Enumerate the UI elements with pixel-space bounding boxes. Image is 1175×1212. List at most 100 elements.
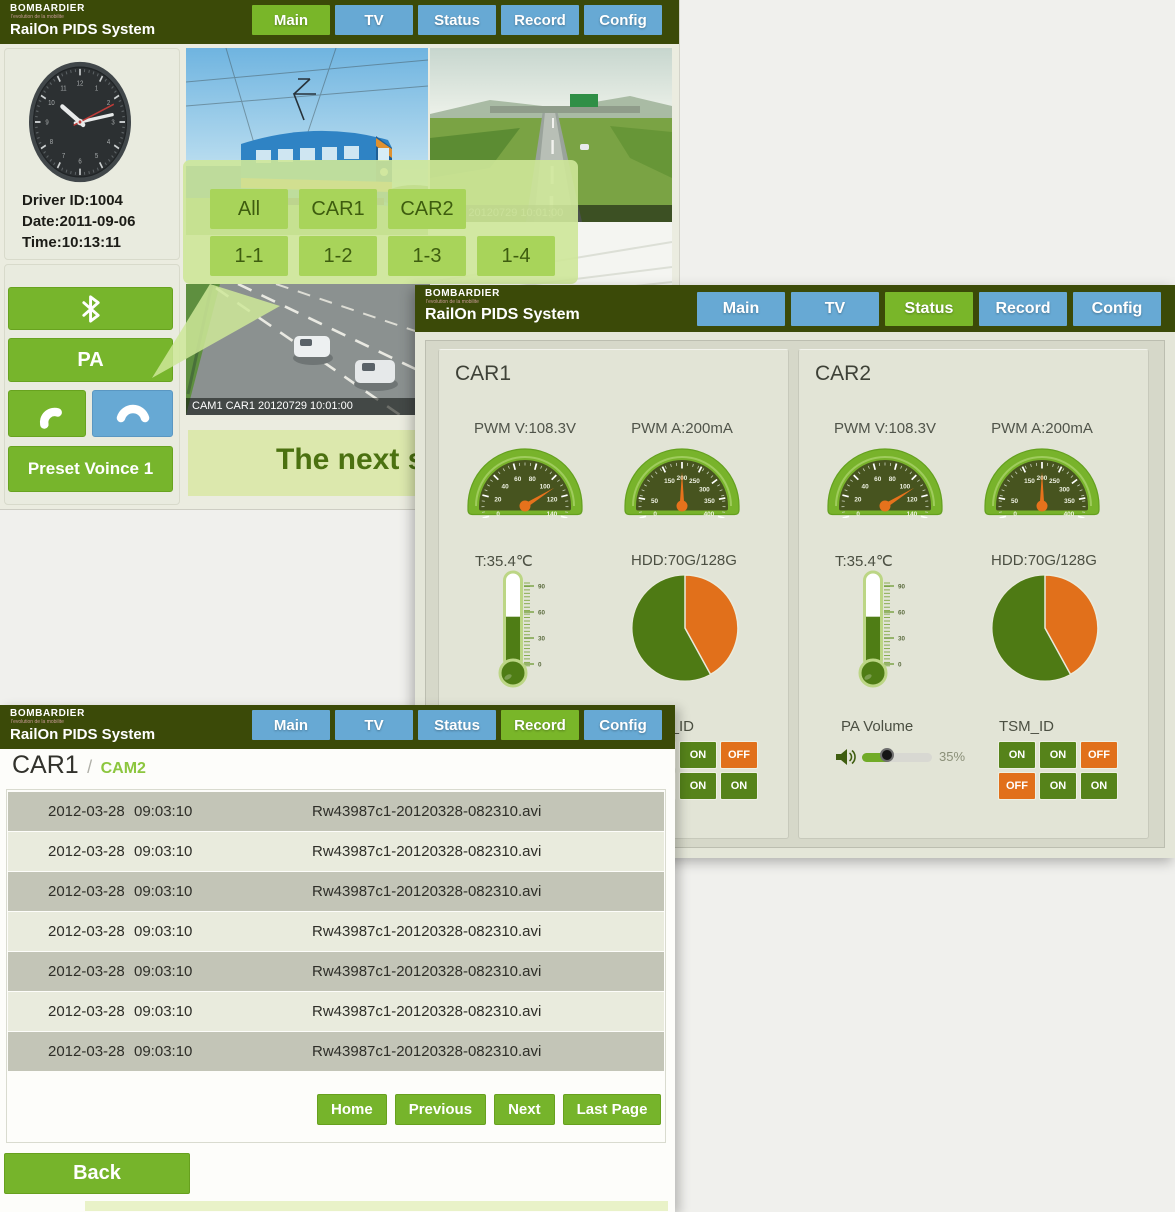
svg-text:20: 20 (854, 496, 862, 503)
table-row[interactable]: 2012-03-2809:03:10Rw43987c1-20120328-082… (8, 992, 664, 1031)
selector-car2-button[interactable]: CAR2 (388, 189, 466, 229)
driver-id-text: Driver ID:1004 (22, 192, 123, 209)
pwm-current-gauge: 0 50 150 200 250 300 350 400 (622, 440, 742, 518)
svg-text:10: 10 (48, 99, 55, 107)
svg-text:350: 350 (1064, 498, 1075, 505)
next-button[interactable]: Next (494, 1094, 555, 1125)
tsm-toggle-6[interactable]: ON (720, 772, 758, 800)
svg-text:150: 150 (1024, 478, 1035, 485)
tab-tv[interactable]: TV (335, 710, 413, 740)
tsm-toggle-5[interactable]: ON (679, 772, 717, 800)
pwm-voltage-gauge: 0 20 40 60 80 100 120 140 (465, 440, 585, 518)
previous-button[interactable]: Previous (395, 1094, 486, 1125)
tab-config[interactable]: Config (584, 710, 662, 740)
tsm-toggle-5[interactable]: ON (1039, 772, 1077, 800)
svg-text:20: 20 (494, 496, 502, 503)
tab-main[interactable]: Main (697, 292, 785, 326)
tsm-toggle-2[interactable]: ON (1039, 741, 1077, 769)
brand-name: BOMBARDIER (425, 289, 580, 299)
tab-main[interactable]: Main (252, 710, 330, 740)
phone-end-button[interactable] (92, 390, 173, 437)
pwm-voltage-label: PWM V:108.3V (825, 420, 945, 437)
tab-status[interactable]: Status (418, 5, 496, 35)
pagination: Home Previous Next Last Page (317, 1094, 661, 1125)
pwm-voltage-gauge: 0 20 40 60 80 100 120 140 (825, 440, 945, 518)
phone-end-icon (113, 396, 153, 432)
tab-record[interactable]: Record (501, 5, 579, 35)
tab-record[interactable]: Record (979, 292, 1067, 326)
selector-1-2-button[interactable]: 1-2 (299, 236, 377, 276)
nav-tabs: MainTVStatusRecordConfig (697, 292, 1161, 326)
analog-clock: 123456789101112 (28, 60, 132, 184)
tab-tv[interactable]: TV (791, 292, 879, 326)
volume-knob[interactable] (880, 748, 894, 762)
breadcrumb-separator: / (87, 757, 92, 777)
selector-all-button[interactable]: All (210, 189, 288, 229)
svg-text:3: 3 (111, 119, 115, 127)
volume-slider[interactable] (862, 753, 932, 762)
svg-text:90: 90 (898, 583, 906, 590)
svg-text:120: 120 (907, 496, 918, 503)
svg-text:9: 9 (45, 119, 49, 127)
preset-voice-button[interactable]: Preset Voince 1 (8, 446, 173, 492)
table-row[interactable]: 2012-03-2809:03:10Rw43987c1-20120328-082… (8, 872, 664, 911)
selector-row-cars: All CAR1 CAR2 (210, 189, 466, 229)
cell-filename: Rw43987c1-20120328-082310.avi (312, 963, 541, 980)
pwm-current-gauge: 0 50 150 200 250 300 350 400 (982, 440, 1102, 518)
svg-text:12: 12 (77, 80, 84, 88)
tsm-toggle-2[interactable]: ON (679, 741, 717, 769)
selector-car1-button[interactable]: CAR1 (299, 189, 377, 229)
svg-text:60: 60 (874, 476, 882, 483)
svg-text:5: 5 (95, 153, 99, 161)
svg-text:80: 80 (889, 476, 897, 483)
hdd-usage-label: HDD:70G/128G (619, 552, 749, 569)
breadcrumb-cam[interactable]: CAM2 (101, 760, 146, 777)
phone-call-button[interactable] (8, 390, 86, 437)
svg-text:30: 30 (898, 635, 906, 642)
selector-1-4-button[interactable]: 1-4 (477, 236, 555, 276)
speaker-icon (835, 747, 857, 767)
selector-1-3-button[interactable]: 1-3 (388, 236, 466, 276)
tsm-toggle-1[interactable]: ON (998, 741, 1036, 769)
tsm-toggle-3[interactable]: OFF (1080, 741, 1118, 769)
table-row[interactable]: 2012-03-2809:03:10Rw43987c1-20120328-082… (8, 952, 664, 991)
time-text: Time:10:13:11 (22, 234, 121, 251)
tsm-toggle-3[interactable]: OFF (720, 741, 758, 769)
home-button[interactable]: Home (317, 1094, 387, 1125)
svg-text:8: 8 (50, 138, 54, 146)
cell-date: 2012-03-28 (48, 923, 134, 940)
cell-filename: Rw43987c1-20120328-082310.avi (312, 803, 541, 820)
svg-text:50: 50 (1011, 498, 1019, 505)
table-row[interactable]: 2012-03-2809:03:10Rw43987c1-20120328-082… (8, 792, 664, 831)
tab-record[interactable]: Record (501, 710, 579, 740)
svg-text:250: 250 (689, 478, 700, 485)
tab-config[interactable]: Config (584, 5, 662, 35)
svg-text:60: 60 (898, 609, 906, 616)
bottom-strip (85, 1201, 668, 1211)
tab-tv[interactable]: TV (335, 5, 413, 35)
svg-text:120: 120 (547, 496, 558, 503)
table-row[interactable]: 2012-03-2809:03:10Rw43987c1-20120328-082… (8, 912, 664, 951)
last-page-button[interactable]: Last Page (563, 1094, 662, 1125)
tab-main[interactable]: Main (252, 5, 330, 35)
tsm-toggle-6[interactable]: ON (1080, 772, 1118, 800)
cell-time: 09:03:10 (134, 923, 222, 940)
cell-date: 2012-03-28 (48, 963, 134, 980)
tab-status[interactable]: Status (418, 710, 496, 740)
cell-date: 2012-03-28 (48, 843, 134, 860)
svg-text:400: 400 (704, 511, 715, 518)
back-button[interactable]: Back (4, 1153, 190, 1194)
table-row[interactable]: 2012-03-2809:03:10Rw43987c1-20120328-082… (8, 832, 664, 871)
svg-text:0: 0 (538, 661, 542, 668)
table-row[interactable]: 2012-03-2809:03:10Rw43987c1-20120328-082… (8, 1032, 664, 1071)
svg-text:0: 0 (496, 511, 500, 518)
cell-filename: Rw43987c1-20120328-082310.avi (312, 1043, 541, 1060)
tab-config[interactable]: Config (1073, 292, 1161, 326)
tsm-toggle-4[interactable]: OFF (998, 772, 1036, 800)
tab-status[interactable]: Status (885, 292, 973, 326)
bluetooth-icon (74, 291, 108, 327)
hdd-pie-chart (989, 572, 1101, 684)
breadcrumb-car[interactable]: CAR1 (12, 751, 79, 779)
selector-1-1-button[interactable]: 1-1 (210, 236, 288, 276)
svg-text:100: 100 (900, 484, 911, 491)
